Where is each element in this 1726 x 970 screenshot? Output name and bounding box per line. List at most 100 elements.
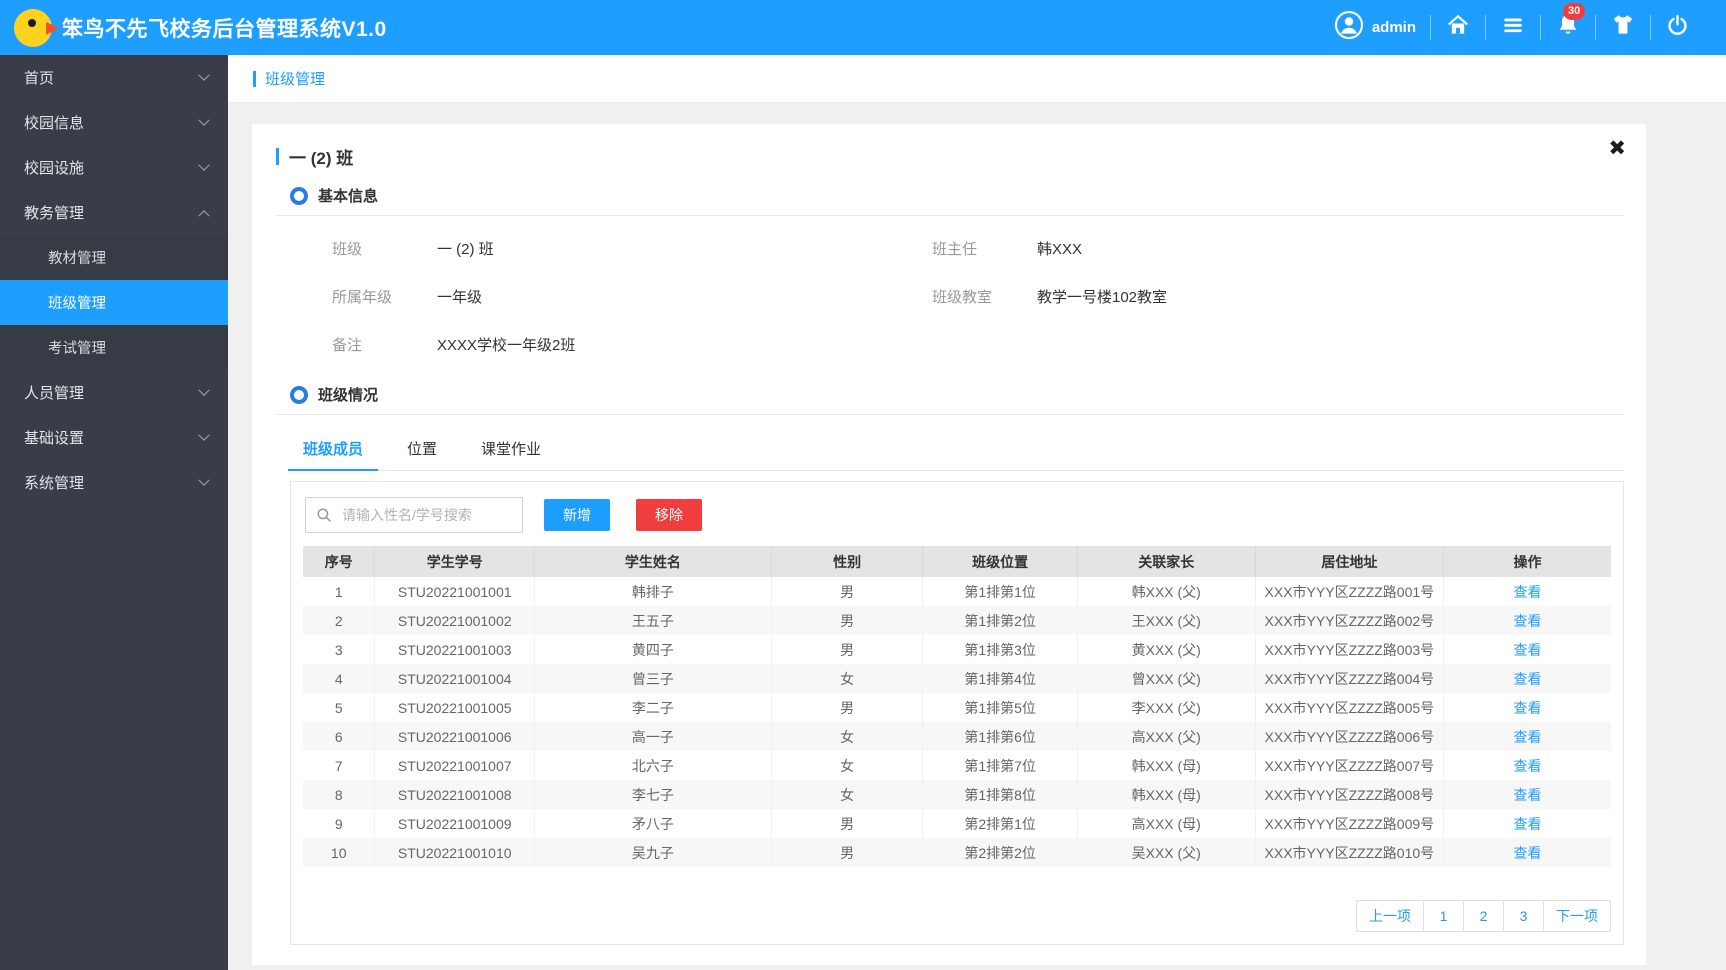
page-button-3[interactable]: 3: [1503, 900, 1544, 932]
prev-page-button[interactable]: 上一项: [1356, 900, 1424, 932]
next-page-button[interactable]: 下一项: [1543, 900, 1611, 932]
field-class: 班级 一 (2) 班: [332, 224, 932, 272]
sidebar-item-label: 首页: [24, 70, 55, 87]
sidebar-item-label: 基础设置: [24, 430, 85, 447]
basic-info-section-header: 基本信息: [290, 185, 1624, 206]
table-row: 2 STU20221001002 王五子男第1排第2位 王XXX (父) XXX市YYY…: [303, 606, 1611, 635]
students-table: 序号 学生学号 学生姓名 性别 班级位置 关联家长 居住地址 操作 1 STU20: [303, 546, 1611, 867]
academic-submenu: 教材管理 班级管理 考试管理: [0, 235, 228, 370]
col-gender: 性别: [771, 546, 924, 577]
view-link[interactable]: 查看: [1514, 729, 1542, 745]
sidebar-item-basic-settings[interactable]: 基础设置: [0, 415, 228, 460]
sidebar-item-campus-info[interactable]: 校园信息: [0, 100, 228, 145]
table-row: 7 STU20221001007 北六子女第1排第7位 韩XXX (母) XXX市YYY…: [303, 751, 1611, 780]
sidebar-item-label: 校园设施: [24, 160, 85, 177]
table-row: 9 STU20221001009 矛八子男第2排第1位 高XXX (母) XXX市YYY…: [303, 809, 1611, 838]
chevron-down-icon: [198, 159, 210, 171]
sidebar-subitem-label: 班级管理: [48, 296, 106, 312]
form-right-column: 班主任 韩XXX 班级教室 教学一号楼102教室: [932, 224, 1624, 368]
sidebar-subitem-label: 考试管理: [48, 341, 106, 357]
field-value: XXXX学校一年级2班: [437, 336, 576, 354]
content-area: ✖ 一 (2) 班 基本信息 班级 一 (2) 班 所属年级 一年级 备注 XX…: [228, 104, 1726, 970]
sidebar-subitem-textbook-management[interactable]: 教材管理: [0, 235, 228, 280]
notifications-button[interactable]: 30: [1541, 3, 1595, 43]
power-icon: [1665, 13, 1690, 43]
view-link[interactable]: 查看: [1514, 671, 1542, 687]
view-link[interactable]: 查看: [1514, 845, 1542, 861]
section-title: 基本信息: [318, 188, 379, 205]
page-button-2[interactable]: 2: [1463, 900, 1504, 932]
sidebar-subitem-exam-management[interactable]: 考试管理: [0, 325, 228, 370]
section-bullet-icon: [290, 385, 308, 404]
page-button-1[interactable]: 1: [1423, 900, 1464, 932]
remove-button[interactable]: 移除: [636, 499, 702, 531]
field-label: 备注: [332, 336, 363, 354]
app-title: 笨鸟不先飞校务后台管理系统V1.0: [62, 17, 387, 41]
close-icon[interactable]: ✖: [1608, 138, 1626, 159]
table-header-row: 序号 学生学号 学生姓名 性别 班级位置 关联家长 居住地址 操作: [303, 546, 1611, 577]
field-label: 所属年级: [332, 288, 393, 306]
title-accent-bar: [276, 148, 279, 165]
sidebar-item-campus-facilities[interactable]: 校园设施: [0, 145, 228, 190]
col-index: 序号: [303, 546, 376, 577]
chevron-down-icon: [198, 114, 210, 126]
breadcrumb: 班级管理: [228, 55, 1726, 103]
breadcrumb-label: 班级管理: [265, 71, 326, 88]
table-row: 1 STU20221001001 韩排子男第1排第1位 韩XXX (父) XXX市YYY…: [303, 577, 1611, 606]
tab-classwork[interactable]: 课堂作业: [466, 429, 556, 470]
view-link[interactable]: 查看: [1514, 758, 1542, 774]
basic-info-form: 班级 一 (2) 班 所属年级 一年级 备注 XXXX学校一年级2班 班主任 韩…: [276, 216, 1624, 368]
table-row: 4 STU20221001004 曾三子女第1排第4位 曾XXX (父) XXX市YYY…: [303, 664, 1611, 693]
tab-position[interactable]: 位置: [392, 429, 452, 470]
chevron-down-icon: [198, 474, 210, 486]
section-title: 班级情况: [318, 387, 379, 404]
field-label: 班级: [332, 240, 363, 258]
sidebar-item-academic-management[interactable]: 教务管理: [0, 190, 228, 235]
hamburger-icon: [1500, 12, 1526, 43]
sidebar-item-personnel-management[interactable]: 人员管理: [0, 370, 228, 415]
search-input[interactable]: [305, 497, 523, 533]
section-divider: [276, 414, 1624, 415]
card-title-row: 一 (2) 班: [276, 144, 1624, 169]
user-menu[interactable]: admin: [1320, 10, 1430, 45]
col-position: 班级位置: [922, 546, 1078, 577]
field-value: 一 (2) 班: [437, 240, 494, 258]
sidebar-item-home[interactable]: 首页: [0, 55, 228, 100]
breadcrumb-accent-bar: [253, 70, 256, 87]
notification-badge: 30: [1563, 3, 1586, 20]
home-icon: [1445, 12, 1471, 43]
sidebar-item-label: 教务管理: [24, 205, 85, 222]
chevron-down-icon: [198, 69, 210, 81]
view-link[interactable]: 查看: [1514, 584, 1542, 600]
user-avatar-icon: [1334, 10, 1364, 45]
view-link[interactable]: 查看: [1514, 642, 1542, 658]
home-button[interactable]: [1431, 12, 1485, 43]
header-actions: admin 30: [1320, 3, 1726, 45]
field-label: 班级教室: [932, 288, 993, 306]
members-panel: 新增 移除 序号 学生学号 学生姓名 性别 班级位置: [290, 481, 1624, 945]
theme-button[interactable]: [1596, 12, 1650, 43]
tab-class-members[interactable]: 班级成员: [288, 429, 379, 471]
table-row: 10 STU20221001010 吴九子男第2排第2位 吴XXX (父) XXX市YY…: [303, 838, 1611, 867]
form-left-column: 班级 一 (2) 班 所属年级 一年级 备注 XXXX学校一年级2班: [332, 224, 932, 368]
sidebar-nav: 首页 校园信息 校园设施 教务管理 教材管理 班级管理 考试管理 人员管理 基础…: [0, 55, 228, 970]
sidebar-subitem-class-management[interactable]: 班级管理: [0, 280, 228, 325]
view-link[interactable]: 查看: [1514, 613, 1542, 629]
view-link[interactable]: 查看: [1514, 816, 1542, 832]
bird-logo-icon: [14, 8, 59, 47]
add-button[interactable]: 新增: [544, 499, 610, 531]
col-actions: 操作: [1443, 546, 1611, 577]
class-status-tabs: 班级成员 位置 课堂作业: [288, 429, 1624, 471]
view-link[interactable]: 查看: [1514, 787, 1542, 803]
tshirt-icon: [1610, 12, 1636, 43]
col-student-id: 学生学号: [374, 546, 535, 577]
sidebar-item-system-management[interactable]: 系统管理: [0, 460, 228, 505]
table-row: 8 STU20221001008 李七子女第1排第8位 韩XXX (母) XXX市YYY…: [303, 780, 1611, 809]
field-value: 教学一号楼102教室: [1037, 288, 1168, 306]
menu-toggle-button[interactable]: [1486, 12, 1540, 43]
class-title: 一 (2) 班: [289, 149, 354, 168]
sidebar-subitem-label: 教材管理: [48, 251, 106, 267]
view-link[interactable]: 查看: [1514, 700, 1542, 716]
user-name: admin: [1371, 19, 1416, 36]
logout-button[interactable]: [1651, 13, 1704, 43]
